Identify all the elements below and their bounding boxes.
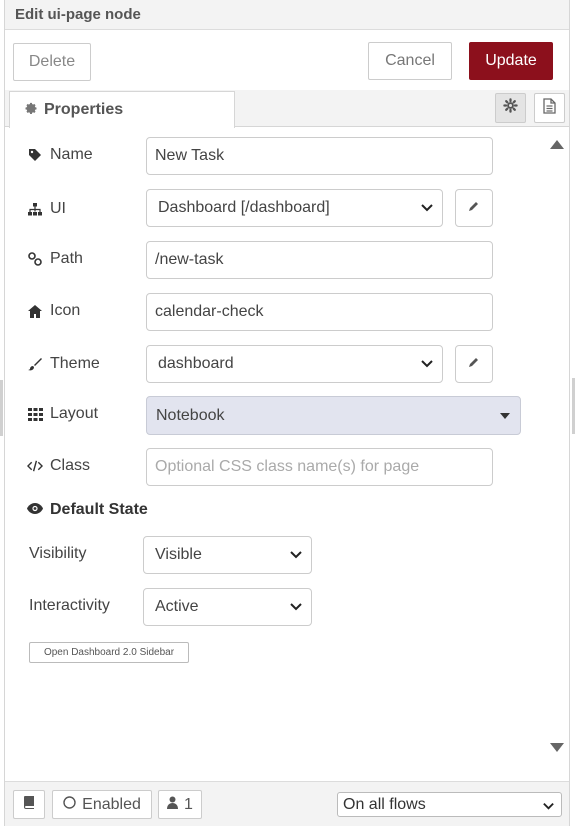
interactivity-label: Interactivity bbox=[29, 597, 110, 614]
ui-label-row: UI bbox=[27, 200, 66, 218]
name-label-row: Name bbox=[27, 146, 93, 164]
caret-down-icon bbox=[500, 413, 510, 419]
theme-select-value: dashboard bbox=[158, 355, 234, 372]
node-description-tab-button[interactable] bbox=[534, 93, 565, 123]
theme-label-row: Theme bbox=[27, 355, 100, 373]
chevron-down-icon bbox=[542, 799, 555, 817]
sitemap-icon bbox=[27, 202, 43, 216]
scroll-down-arrow[interactable] bbox=[550, 743, 564, 752]
layout-label-row: Layout bbox=[27, 405, 98, 423]
user-count-button[interactable]: 1 bbox=[158, 790, 202, 819]
ui-label: UI bbox=[50, 200, 66, 217]
edit-node-panel: Edit ui-page node Delete Cancel Update P… bbox=[4, 0, 570, 826]
tab-strip: Properties bbox=[5, 90, 569, 128]
theme-label: Theme bbox=[50, 355, 100, 372]
enabled-label: Enabled bbox=[82, 795, 141, 813]
eye-icon bbox=[27, 501, 43, 519]
path-label: Path bbox=[50, 250, 83, 267]
icon-input[interactable]: calendar-check bbox=[146, 293, 493, 331]
pencil-icon bbox=[468, 199, 480, 217]
default-state-heading: Default State bbox=[27, 501, 148, 519]
delete-button[interactable]: Delete bbox=[13, 43, 91, 81]
edit-theme-button[interactable] bbox=[455, 345, 493, 383]
theme-select[interactable]: dashboard bbox=[146, 345, 443, 383]
open-sidebar-button[interactable]: Open Dashboard 2.0 Sidebar bbox=[29, 642, 189, 663]
default-state-heading-text: Default State bbox=[50, 501, 148, 518]
chevron-down-icon bbox=[420, 200, 434, 219]
class-label-row: Class bbox=[27, 457, 90, 475]
chevron-down-icon bbox=[420, 356, 434, 375]
interactivity-select[interactable]: Active bbox=[143, 588, 312, 626]
link-icon bbox=[27, 252, 43, 266]
node-settings-tab-button[interactable] bbox=[495, 93, 526, 123]
circle-icon bbox=[63, 795, 76, 814]
home-icon bbox=[27, 304, 43, 318]
scroll-up-arrow[interactable] bbox=[550, 140, 564, 149]
code-icon bbox=[27, 460, 43, 472]
icon-label-row: Icon bbox=[27, 302, 80, 320]
cancel-button[interactable]: Cancel bbox=[368, 42, 452, 80]
pencil-icon bbox=[468, 355, 480, 373]
flows-scope-select[interactable]: On all flows bbox=[337, 792, 562, 817]
book-icon bbox=[23, 795, 35, 814]
layout-label: Layout bbox=[50, 405, 99, 422]
visibility-label: Visibility bbox=[29, 545, 87, 562]
icon-label: Icon bbox=[50, 302, 81, 319]
edit-ui-button[interactable] bbox=[455, 189, 493, 227]
path-label-row: Path bbox=[27, 250, 83, 268]
tab-properties-label: Properties bbox=[44, 101, 124, 118]
ui-select[interactable]: Dashboard [/dashboard] bbox=[146, 189, 443, 227]
visibility-select-value: Visible bbox=[155, 546, 202, 563]
name-input[interactable]: New Task bbox=[146, 137, 493, 175]
help-book-button[interactable] bbox=[13, 790, 45, 819]
left-resize-handle[interactable] bbox=[0, 380, 3, 436]
paintbrush-icon bbox=[27, 357, 43, 371]
class-label: Class bbox=[50, 457, 91, 474]
layout-select-value: Notebook bbox=[156, 406, 225, 424]
chevron-down-icon bbox=[289, 547, 303, 566]
tag-icon bbox=[27, 148, 43, 162]
tab-properties[interactable]: Properties bbox=[9, 91, 235, 128]
flows-scope-value: On all flows bbox=[343, 795, 426, 813]
user-count: 1 bbox=[184, 795, 193, 813]
class-input[interactable]: Optional CSS class name(s) for page bbox=[146, 448, 493, 486]
chevron-down-icon bbox=[289, 599, 303, 618]
update-button[interactable]: Update bbox=[469, 42, 553, 80]
gear-icon bbox=[24, 101, 38, 120]
panel-footer: Enabled 1 On all flows bbox=[5, 781, 569, 826]
layout-select[interactable]: Notebook bbox=[146, 396, 521, 435]
gear-icon bbox=[503, 98, 518, 118]
file-text-icon bbox=[543, 97, 556, 119]
path-input[interactable]: /new-task bbox=[146, 241, 493, 279]
interactivity-select-value: Active bbox=[155, 598, 199, 615]
visibility-select[interactable]: Visible bbox=[143, 536, 312, 574]
ui-select-value: Dashboard [/dashboard] bbox=[158, 199, 330, 216]
grid-icon bbox=[27, 407, 43, 421]
name-label: Name bbox=[50, 146, 93, 163]
enabled-toggle[interactable]: Enabled bbox=[52, 790, 152, 819]
panel-title: Edit ui-page node bbox=[5, 0, 569, 30]
user-icon bbox=[167, 796, 179, 814]
